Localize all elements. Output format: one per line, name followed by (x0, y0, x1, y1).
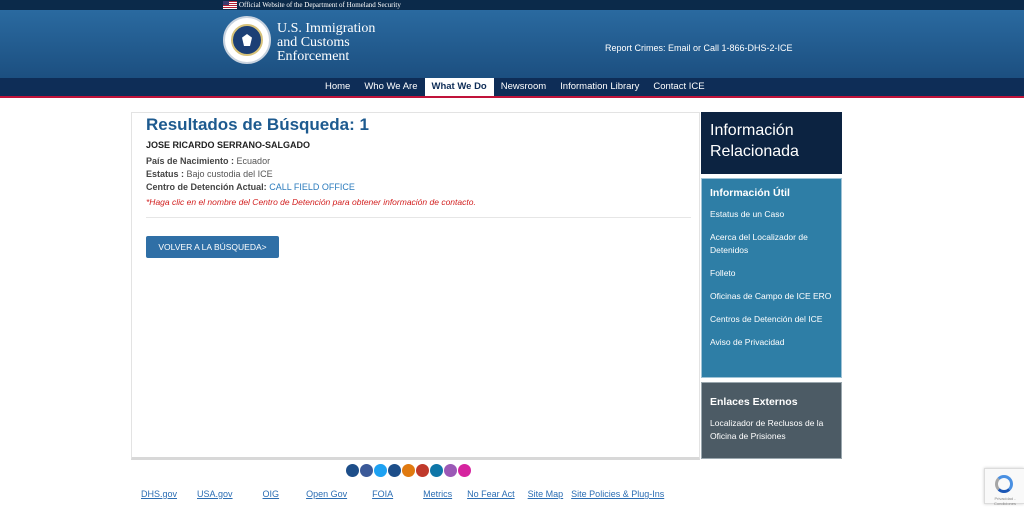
footer-link-metrics[interactable]: Metrics (423, 489, 452, 499)
email-icon[interactable] (346, 464, 359, 477)
nav-who-we-are[interactable]: Who We Are (357, 78, 424, 96)
report-crimes[interactable]: Report Crimes: Email or Call 1-866-DHS-2… (605, 43, 793, 53)
social-icons (346, 464, 471, 477)
nav-information-library[interactable]: Information Library (553, 78, 646, 96)
related-line-2: Relacionada (710, 143, 799, 160)
link-field-offices[interactable]: Oficinas de Campo de ICE ERO (710, 290, 833, 303)
footer-link-foia[interactable]: FOIA (372, 489, 393, 499)
recaptcha-text: Privacidad - Condiciones (993, 496, 1016, 506)
back-to-search-button[interactable]: VOLVER A LA BÚSQUEDA> (146, 236, 279, 258)
country-label: País de Nacimiento : (146, 156, 235, 166)
external-links-title: Enlaces Externos (710, 396, 798, 408)
search-results-panel: Resultados de Búsqueda: 1 JOSE RICARDO S… (131, 112, 700, 460)
center-row: Centro de Detención Actual: CALL FIELD O… (146, 182, 355, 192)
us-flag-icon (223, 1, 237, 9)
twitter-icon[interactable] (374, 464, 387, 477)
link-privacy-notice[interactable]: Aviso de Privacidad (710, 336, 833, 349)
agency-name[interactable]: U.S. Immigration and Customs Enforcement (277, 22, 375, 64)
footer-link-oig[interactable]: OIG (263, 489, 280, 499)
center-link[interactable]: CALL FIELD OFFICE (269, 182, 355, 192)
footer-link-open-gov[interactable]: Open Gov (306, 489, 347, 499)
link-about-locator[interactable]: Acerca del Localizador de Detenidos (710, 231, 833, 257)
link-brochure[interactable]: Folleto (710, 267, 833, 280)
podcast-icon[interactable] (444, 464, 457, 477)
status-row: Estatus : Bajo custodia del ICE (146, 169, 273, 179)
center-label: Centro de Detención Actual: (146, 182, 267, 192)
dhs-seal-icon[interactable] (223, 16, 271, 64)
recaptcha-icon (995, 475, 1013, 493)
flickr-icon[interactable] (416, 464, 429, 477)
country-row: País de Nacimiento : Ecuador (146, 156, 270, 166)
main-nav: Home Who We Are What We Do Newsroom Info… (0, 78, 1024, 98)
status-value: Bajo custodia del ICE (186, 169, 273, 179)
link-inmate-locator[interactable]: Localizador de Reclusos de la Oficina de… (710, 417, 833, 443)
useful-info-box: Información Útil Estatus de un Caso Acer… (701, 178, 842, 378)
footer-link-no-fear-act[interactable]: No Fear Act (467, 489, 515, 499)
contact-note: *Haga clic en el nombre del Centro de De… (146, 197, 476, 207)
agency-line-1: U.S. Immigration (277, 21, 376, 36)
nav-newsroom[interactable]: Newsroom (494, 78, 553, 96)
recaptcha-badge[interactable]: Privacidad - Condiciones (984, 468, 1024, 506)
useful-info-title: Información Útil (710, 187, 790, 199)
link-case-status[interactable]: Estatus de un Caso (710, 208, 833, 221)
divider (146, 217, 691, 218)
footer-link-usa[interactable]: USA.gov (197, 489, 233, 499)
nav-what-we-do[interactable]: What We Do (424, 78, 494, 96)
nav-home[interactable]: Home (318, 78, 357, 96)
related-info-header: Información Relacionada (701, 112, 842, 174)
footer-links: DHS.gov USA.gov OIG Open Gov FOIA Metric… (141, 489, 664, 499)
facebook-icon[interactable] (360, 464, 373, 477)
nav-contact-ice[interactable]: Contact ICE (646, 78, 711, 96)
link-detention-centers[interactable]: Centros de Detención del ICE (710, 313, 833, 326)
results-title: Resultados de Búsqueda: 1 (146, 115, 369, 134)
instagram-icon[interactable] (458, 464, 471, 477)
agency-line-2: and Customs (277, 35, 350, 50)
official-banner: Official Website of the Department of Ho… (0, 0, 1024, 10)
status-label: Estatus : (146, 169, 185, 179)
footer-link-dhs[interactable]: DHS.gov (141, 489, 177, 499)
detainee-name: JOSE RICARDO SERRANO-SALGADO (146, 140, 311, 150)
related-line-1: Información (710, 122, 794, 139)
footer-link-site-policies[interactable]: Site Policies & Plug-Ins (571, 489, 664, 499)
footer-link-site-map[interactable]: Site Map (528, 489, 564, 499)
external-links-box: Enlaces Externos Localizador de Reclusos… (701, 382, 842, 459)
linkedin-icon[interactable] (430, 464, 443, 477)
youtube-icon[interactable] (388, 464, 401, 477)
official-text: Official Website of the Department of Ho… (239, 1, 401, 9)
rss-icon[interactable] (402, 464, 415, 477)
country-value: Ecuador (236, 156, 271, 166)
site-header: U.S. Immigration and Customs Enforcement… (0, 10, 1024, 78)
agency-line-3: Enforcement (277, 49, 350, 64)
